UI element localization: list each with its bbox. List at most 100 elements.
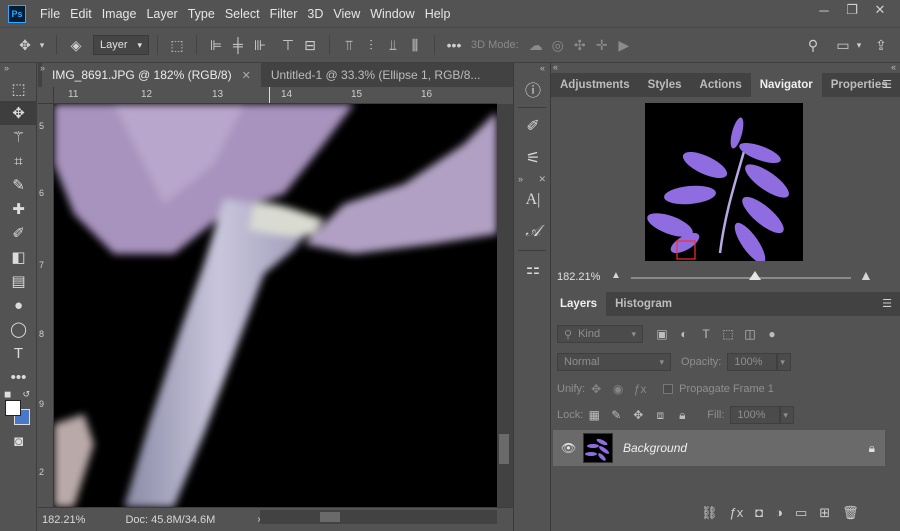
ellipse-tool-icon[interactable]: ◯: [0, 317, 37, 341]
align-vcenter-icon[interactable]: ⊟: [299, 34, 321, 56]
align-left-icon[interactable]: ⊫: [205, 34, 227, 56]
new-layer-icon[interactable]: ⊞: [819, 505, 830, 521]
distribute-bottom-icon[interactable]: ⫫: [382, 34, 404, 56]
menu-select[interactable]: Select: [225, 7, 268, 21]
filter-adjustment-icon[interactable]: ◐: [673, 327, 695, 341]
close-icon[interactable]: ✕: [242, 69, 251, 82]
menu-filter[interactable]: Filter: [270, 7, 306, 21]
distribute-vcenter-icon[interactable]: ⫶: [360, 34, 382, 56]
layer-background[interactable]: 👁︎ Background 🔒︎: [553, 430, 885, 466]
tab-adjustments[interactable]: Adjustments: [551, 73, 639, 97]
panel-menu-icon[interactable]: ☰: [882, 297, 892, 310]
filter-pixel-icon[interactable]: ▣: [651, 327, 673, 341]
tab-untitled-1[interactable]: Untitled-1 @ 33.3% (Ellipse 1, RGB/8...✕: [261, 63, 487, 87]
fill-dropdown[interactable]: ▾: [780, 406, 795, 424]
tab-img-8691[interactable]: IMG_8691.JPG @ 182% (RGB/8) ✕: [42, 63, 261, 87]
zoom-out-icon[interactable]: ▲: [611, 270, 621, 281]
navigator-zoom[interactable]: 182.21%: [557, 271, 600, 283]
lock-image-icon[interactable]: ✎: [605, 408, 627, 422]
distribute-top-icon[interactable]: ⫪: [338, 34, 360, 56]
lock-icon[interactable]: 🔒︎: [869, 441, 875, 456]
close-icon[interactable]: ✕: [538, 174, 546, 184]
unify-visibility-icon[interactable]: ◉: [607, 382, 629, 396]
eye-icon[interactable]: 👁︎: [561, 441, 576, 455]
scroll-thumb[interactable]: [320, 512, 340, 522]
layer-comps-icon[interactable]: ⚏: [514, 253, 552, 285]
zoom-in-icon[interactable]: ▲: [859, 267, 873, 283]
propagate-checkbox[interactable]: [663, 384, 674, 394]
menu-layer[interactable]: Layer: [146, 7, 185, 21]
brush-tool-icon[interactable]: ✐: [0, 221, 37, 245]
panel-menu-icon[interactable]: ☰: [882, 78, 892, 91]
new-group-icon[interactable]: ▭: [795, 505, 807, 521]
menu-image[interactable]: Image: [102, 7, 145, 21]
collapse-icon[interactable]: »: [40, 63, 45, 73]
horizontal-scrollbar[interactable]: [260, 510, 497, 524]
default-colors-icon[interactable]: ◼: [4, 389, 11, 400]
type-tool-icon[interactable]: T: [0, 341, 37, 365]
chevron-down-icon[interactable]: ▾: [36, 34, 48, 56]
menu-file[interactable]: File: [40, 7, 68, 21]
character-panel-icon[interactable]: A|: [514, 184, 552, 216]
filter-kind-select[interactable]: ⚲ Kind ▾: [557, 325, 643, 343]
scroll-thumb[interactable]: [499, 434, 509, 464]
menu-help[interactable]: Help: [425, 7, 459, 21]
menu-edit[interactable]: Edit: [70, 7, 100, 21]
eraser-tool-icon[interactable]: ◧: [0, 245, 37, 269]
scale-3d-icon[interactable]: ▶: [613, 34, 635, 56]
align-right-icon[interactable]: ⊪: [249, 34, 271, 56]
collapse-icon[interactable]: «: [891, 62, 896, 72]
zoom-slider-track[interactable]: [631, 277, 851, 279]
align-top-icon[interactable]: ⊤: [277, 34, 299, 56]
menu-view[interactable]: View: [333, 7, 368, 21]
transform-controls-icon[interactable]: ⬚: [166, 34, 188, 56]
roll-3d-icon[interactable]: ◎: [547, 34, 569, 56]
document-canvas[interactable]: [54, 104, 497, 507]
brush-preset-icon[interactable]: ✐: [514, 110, 552, 142]
glyphs-icon[interactable]: 𝒜: [514, 216, 552, 248]
layer-style-icon[interactable]: ƒx: [730, 505, 744, 521]
info-icon[interactable]: ⓘ: [514, 73, 552, 105]
filter-toggle-icon[interactable]: ●: [761, 327, 783, 341]
quick-mask-icon[interactable]: ◙: [0, 429, 37, 453]
menu-type[interactable]: Type: [188, 7, 223, 21]
eyedropper-icon[interactable]: ✎: [0, 173, 37, 197]
zoom-slider-knob[interactable]: [749, 271, 761, 280]
search-icon[interactable]: ⚲: [802, 34, 824, 56]
lock-transparent-icon[interactable]: ▦: [583, 408, 605, 422]
fill-field[interactable]: 100%: [730, 406, 781, 424]
brush-settings-icon[interactable]: ⚟: [514, 142, 552, 174]
add-mask-icon[interactable]: ◘: [755, 505, 763, 521]
minimize-icon[interactable]: ─: [810, 0, 838, 20]
navigator-thumbnail[interactable]: [645, 103, 803, 264]
workspace-icon[interactable]: ▭: [832, 34, 854, 56]
tab-styles[interactable]: Styles: [639, 73, 691, 97]
move-tool-icon[interactable]: ✥: [0, 101, 37, 125]
move-tool-icon[interactable]: ✥: [14, 34, 36, 56]
marquee-tool-icon[interactable]: ⬚: [0, 77, 37, 101]
more-tools-icon[interactable]: •••: [0, 365, 37, 389]
collapse-icon[interactable]: «: [553, 62, 558, 72]
opacity-dropdown[interactable]: ▾: [777, 353, 792, 371]
menu-window[interactable]: Window: [370, 7, 422, 21]
close-icon[interactable]: ✕: [866, 0, 894, 20]
tab-layers[interactable]: Layers: [551, 292, 607, 316]
vertical-scrollbar[interactable]: [497, 104, 513, 507]
zoom-readout[interactable]: 182.21%: [42, 514, 85, 526]
horizontal-ruler[interactable]: 11 12 13 14 15 16: [54, 87, 497, 104]
tab-actions[interactable]: Actions: [691, 73, 751, 97]
tab-navigator[interactable]: Navigator: [750, 73, 822, 97]
filter-shape-icon[interactable]: ⬚: [717, 327, 739, 341]
healing-brush-icon[interactable]: ✚: [0, 197, 37, 221]
tab-histogram[interactable]: Histogram: [606, 292, 681, 316]
blend-mode-select[interactable]: Normal ▾: [557, 353, 671, 371]
share-icon[interactable]: ⇪: [870, 34, 892, 56]
collapse-icon[interactable]: »: [518, 174, 523, 184]
trash-icon[interactable]: 🗑︎: [842, 505, 859, 521]
collapse-icon[interactable]: »: [0, 63, 36, 77]
collapse-icon[interactable]: «: [514, 63, 550, 73]
align-hcenter-icon[interactable]: ╪: [227, 34, 249, 56]
auto-select-icon[interactable]: ◈: [65, 34, 87, 56]
distribute-horizontal-icon[interactable]: ⫼: [404, 34, 426, 56]
adjustment-layer-icon[interactable]: ◑: [775, 505, 783, 521]
